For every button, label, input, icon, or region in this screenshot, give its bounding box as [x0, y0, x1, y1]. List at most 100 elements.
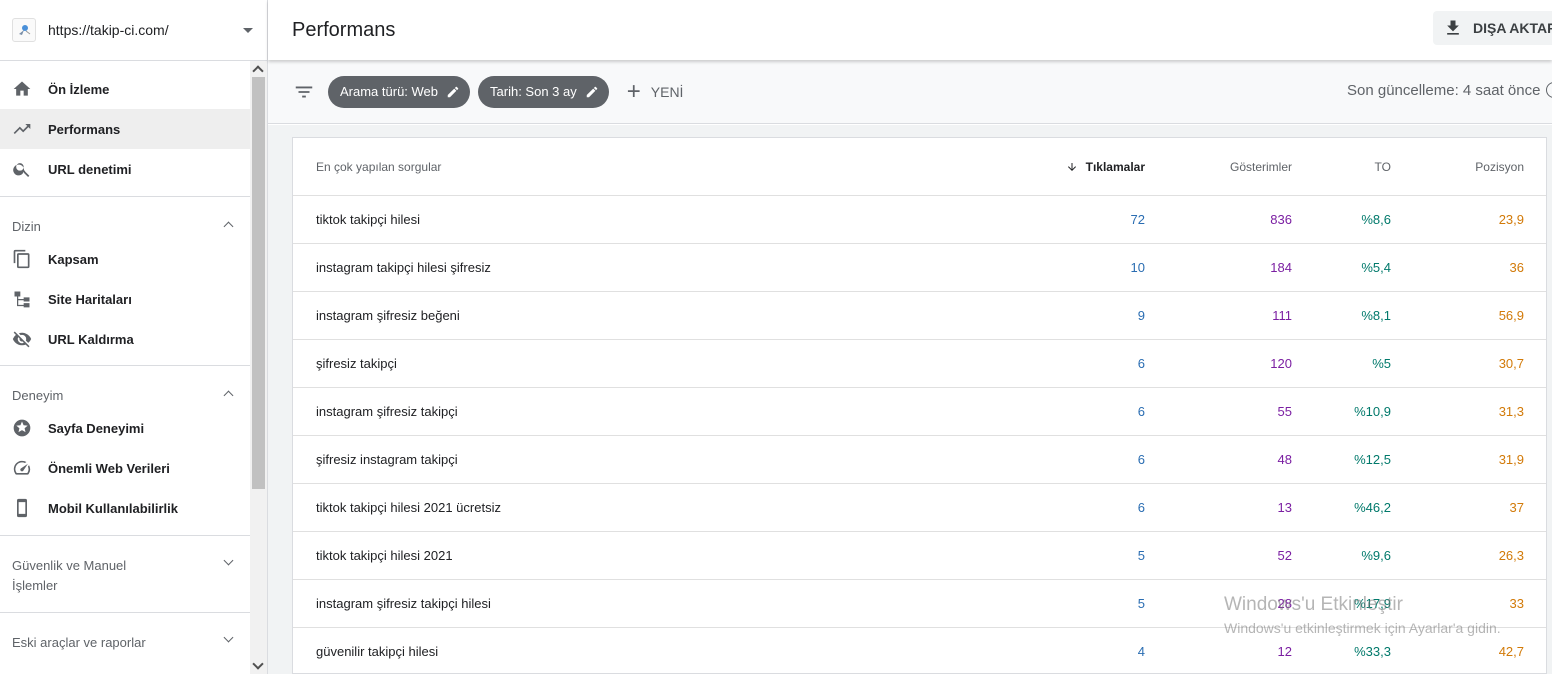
header-clicks[interactable]: Tıklamalar — [943, 160, 1145, 174]
table-row[interactable]: instagram şifresiz beğeni 9 111 %8,1 56,9 — [293, 292, 1546, 340]
gauge-icon — [12, 458, 32, 478]
section-experience[interactable]: Deneyim — [0, 366, 250, 408]
section-legacy-tools[interactable]: Eski araçlar ve raporlar — [0, 613, 250, 663]
nav-item-core-web-vitals[interactable]: Önemli Web Verileri — [0, 448, 250, 488]
cell-impressions: 120 — [1270, 356, 1292, 371]
nav-list: Ön İzleme Performans URL denetimi Dizin … — [0, 61, 250, 674]
help-icon[interactable] — [1546, 82, 1552, 98]
plus-icon: + — [626, 77, 641, 105]
nav-item-mobile-usability[interactable]: Mobil Kullanılabilirlik — [0, 488, 250, 528]
nav-item-page-experience[interactable]: Sayfa Deneyimi — [0, 408, 250, 448]
cell-position: 26,3 — [1498, 548, 1524, 563]
star-circle-icon — [12, 418, 32, 438]
cell-ctr: %17,9 — [1354, 596, 1391, 611]
nav-item-label: Mobil Kullanılabilirlik — [48, 500, 179, 516]
cell-clicks: 9 — [1137, 308, 1145, 323]
cell-position: 31,3 — [1498, 404, 1524, 419]
nav-item-performance[interactable]: Performans — [0, 109, 250, 149]
cell-clicks: 6 — [1137, 356, 1145, 371]
scrollbar-thumb[interactable] — [252, 77, 265, 489]
cell-query: şifresiz takipçi — [316, 356, 397, 371]
table-row[interactable]: instagram şifresiz takipçi 6 55 %10,9 31,3 — [293, 388, 1546, 436]
nav-item-label: Sayfa Deneyimi — [48, 420, 145, 436]
trending-icon — [12, 119, 32, 139]
table-row[interactable]: tiktok takipçi hilesi 2021 ücretsiz 6 13 %4… — [293, 484, 1546, 532]
table-row[interactable]: instagram şifresiz takipçi hilesi 5 28 %17,… — [293, 580, 1546, 628]
new-filter-button[interactable]: + YENİ — [626, 77, 684, 105]
chip-label: Arama türü: Web — [340, 84, 439, 99]
filter-chip-date[interactable]: Tarih: Son 3 ay — [478, 75, 609, 108]
section-index[interactable]: Dizin — [0, 197, 250, 239]
cell-ctr: %12,5 — [1354, 452, 1391, 467]
cell-position: 36 — [1509, 260, 1524, 275]
cell-position: 56,9 — [1498, 308, 1524, 323]
chevron-up-icon — [223, 221, 234, 232]
table-header: En çok yapılan sorgular Tıklamalar Göste… — [293, 138, 1546, 196]
nav-item-sitemaps[interactable]: Site Haritaları — [0, 279, 250, 319]
cell-clicks: 10 — [1130, 260, 1145, 275]
cell-ctr: %8,6 — [1361, 212, 1391, 227]
chevron-up-icon — [223, 390, 234, 401]
cell-query: instagram şifresiz takipçi — [316, 404, 458, 419]
cell-impressions: 52 — [1277, 548, 1292, 563]
cell-ctr: %10,9 — [1354, 404, 1391, 419]
section-security-manual-actions[interactable]: Güvenlik ve Manuel İşlemler — [0, 536, 250, 612]
cell-clicks: 6 — [1137, 452, 1145, 467]
nav-item-overview[interactable]: Ön İzleme — [0, 69, 250, 109]
cell-ctr: %8,1 — [1361, 308, 1391, 323]
page-header: Performans DIŞA AKTAR — [268, 0, 1552, 60]
export-button[interactable]: DIŞA AKTAR — [1433, 11, 1552, 45]
cell-query: güvenilir takipçi hilesi — [316, 644, 439, 659]
new-filter-label: YENİ — [650, 83, 684, 100]
export-label: DIŞA AKTAR — [1473, 20, 1552, 36]
page-title: Performans — [292, 18, 396, 41]
cell-query: instagram takipçi hilesi şifresiz — [316, 260, 491, 275]
table-row[interactable]: tiktok takipçi hilesi 72 836 %8,6 23,9 — [293, 196, 1546, 244]
nav-item-url-removal[interactable]: URL Kaldırma — [0, 319, 250, 359]
filter-chip-search-type[interactable]: Arama türü: Web — [328, 75, 471, 108]
site-favicon-icon — [12, 18, 36, 42]
table-row[interactable]: şifresiz instagram takipçi 6 48 %12,5 31,9 — [293, 436, 1546, 484]
cell-position: 37 — [1509, 500, 1524, 515]
main-content: En çok yapılan sorgular Tıklamalar Göste… — [268, 125, 1552, 674]
table-row[interactable]: şifresiz takipçi 6 120 %5 30,7 — [293, 340, 1546, 388]
download-icon — [1447, 20, 1459, 35]
header-query[interactable]: En çok yapılan sorgular — [293, 160, 943, 174]
nav-item-label: Site Haritaları — [48, 291, 132, 307]
scroll-up-icon[interactable] — [252, 65, 264, 77]
cell-clicks: 72 — [1130, 212, 1145, 227]
cell-position: 31,9 — [1498, 452, 1524, 467]
chip-label: Tarih: Son 3 ay — [490, 84, 577, 99]
cell-impressions: 836 — [1270, 212, 1292, 227]
edit-icon — [447, 86, 459, 97]
scroll-down-icon[interactable] — [252, 658, 264, 670]
cell-impressions: 48 — [1277, 452, 1292, 467]
cell-query: tiktok takipçi hilesi 2021 — [316, 548, 453, 563]
cell-clicks: 4 — [1137, 644, 1145, 659]
sidebar-scrollbar[interactable] — [250, 61, 267, 674]
cell-ctr: %5 — [1372, 356, 1391, 371]
table-row[interactable]: tiktok takipçi hilesi 2021 5 52 %9,6 26,3 — [293, 532, 1546, 580]
table-row[interactable]: güvenilir takipçi hilesi 4 12 %33,3 42,7 — [293, 628, 1546, 674]
nav-item-label: Ön İzleme — [48, 81, 110, 97]
table-row[interactable]: instagram takipçi hilesi şifresiz 10 184 %5… — [293, 244, 1546, 292]
sitemap-icon — [12, 289, 32, 309]
header-position[interactable]: Pozisyon — [1391, 160, 1524, 174]
cell-position: 23,9 — [1498, 212, 1524, 227]
nav-item-label: URL denetimi — [48, 161, 132, 177]
header-ctr[interactable]: TO — [1292, 160, 1391, 174]
cell-ctr: %46,2 — [1354, 500, 1391, 515]
filter-bar: Arama türü: Web Tarih: Son 3 ay + YENİ S… — [268, 60, 1552, 124]
nav-item-coverage[interactable]: Kapsam — [0, 239, 250, 279]
cell-clicks: 5 — [1137, 596, 1145, 611]
cell-query: şifresiz instagram takipçi — [316, 452, 458, 467]
header-impressions[interactable]: Gösterimler — [1145, 160, 1292, 174]
nav-item-label: Performans — [48, 121, 121, 137]
pages-icon — [12, 249, 32, 269]
property-selector[interactable]: https://takip-ci.com/ — [0, 0, 267, 61]
cell-clicks: 6 — [1137, 404, 1145, 419]
filter-icon[interactable] — [292, 80, 316, 104]
cell-impressions: 55 — [1277, 404, 1292, 419]
cell-query: tiktok takipçi hilesi 2021 ücretsiz — [316, 500, 501, 515]
nav-item-url-inspection[interactable]: URL denetimi — [0, 149, 250, 189]
